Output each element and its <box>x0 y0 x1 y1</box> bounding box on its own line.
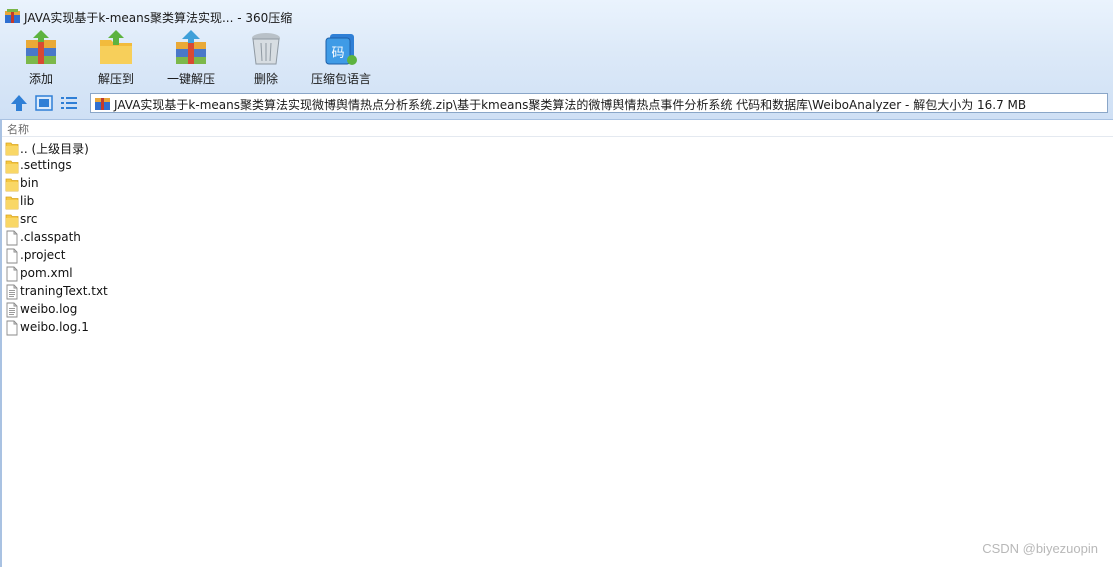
list-item-name: bin <box>20 176 39 190</box>
list-item[interactable]: bin <box>2 175 1102 193</box>
archive-language-label: 压缩包语言 <box>310 72 371 86</box>
list-item[interactable]: .. (上级目录) <box>2 139 1102 157</box>
list-item-name: .classpath <box>20 230 81 244</box>
list-item-name: .project <box>20 248 66 262</box>
toolbar: 添加 解压到 一键解压 删除 码 压缩包语言 <box>0 30 1113 90</box>
list-item[interactable]: src <box>2 211 1102 229</box>
list-view-icon[interactable] <box>60 94 78 112</box>
svg-text:码: 码 <box>331 46 344 61</box>
list-item[interactable]: traningText.txt <box>2 283 1102 301</box>
up-arrow-icon[interactable] <box>10 94 28 112</box>
list-item[interactable]: .classpath <box>2 229 1102 247</box>
list-item-name: weibo.log <box>20 302 78 316</box>
delete-label: 删除 <box>253 72 278 86</box>
extract-to-icon <box>100 30 132 64</box>
archive-language-icon: 码 <box>325 34 357 65</box>
list-item[interactable]: pom.xml <box>2 265 1102 283</box>
file-list: .. (上级目录) .settings bin lib src .classpath .pr… <box>2 139 1102 337</box>
list-item[interactable]: lib <box>2 193 1102 211</box>
list-item-name: src <box>20 212 38 226</box>
delete-trash-icon <box>252 33 280 65</box>
list-item[interactable]: weibo.log.1 <box>2 319 1102 337</box>
delete-button[interactable]: 删除 <box>247 30 285 88</box>
list-item-name: pom.xml <box>20 266 73 280</box>
extract-to-label: 解压到 <box>97 72 134 86</box>
folder-icon <box>5 140 19 156</box>
add-button[interactable]: 添加 <box>21 30 61 88</box>
address-path: JAVA实现基于k-means聚类算法实现微博舆情热点分析系统.zip\基于km… <box>114 98 1027 112</box>
thumbnail-view-icon[interactable] <box>35 94 53 112</box>
watermark: CSDN @biyezuopin <box>982 541 1098 556</box>
list-item-name: lib <box>20 194 35 208</box>
list-item-name: weibo.log.1 <box>20 320 89 334</box>
folder-icon <box>5 176 19 192</box>
window-title: JAVA实现基于k-means聚类算法实现... - 360压缩 <box>24 11 293 25</box>
list-item-name: .settings <box>20 158 72 172</box>
text-file-icon <box>5 302 19 318</box>
column-header: 名称 <box>2 120 1113 137</box>
app-icon <box>5 9 20 23</box>
list-item-name: .. (上级目录) <box>20 142 89 156</box>
archive-language-button[interactable]: 码 压缩包语言 <box>310 30 372 88</box>
file-icon <box>5 266 19 282</box>
file-icon <box>5 230 19 246</box>
window-chrome: JAVA实现基于k-means聚类算法实现... - 360压缩 添加 解压到 <box>0 0 1113 120</box>
archive-icon <box>95 98 110 110</box>
title-bar: JAVA实现基于k-means聚类算法实现... - 360压缩 <box>0 0 1113 34</box>
folder-icon <box>5 212 19 228</box>
address-bar[interactable]: JAVA实现基于k-means聚类算法实现微博舆情热点分析系统.zip\基于km… <box>90 93 1108 113</box>
add-archive-icon <box>26 30 56 64</box>
add-label: 添加 <box>28 72 53 86</box>
column-name-header[interactable]: 名称 <box>7 121 29 137</box>
file-icon <box>5 320 19 336</box>
list-item-name: traningText.txt <box>20 284 108 298</box>
list-item[interactable]: .project <box>2 247 1102 265</box>
text-file-icon <box>5 284 19 300</box>
file-icon <box>5 248 19 264</box>
folder-icon <box>5 194 19 210</box>
list-item[interactable]: .settings <box>2 157 1102 175</box>
folder-icon <box>5 158 19 174</box>
one-click-extract-icon <box>176 30 206 64</box>
list-item[interactable]: weibo.log <box>2 301 1102 319</box>
navigation-bar: JAVA实现基于k-means聚类算法实现微博舆情热点分析系统.zip\基于km… <box>0 92 1113 116</box>
one-click-extract-button[interactable]: 一键解压 <box>165 30 217 88</box>
one-click-extract-label: 一键解压 <box>166 72 215 86</box>
extract-to-button[interactable]: 解压到 <box>96 30 136 88</box>
